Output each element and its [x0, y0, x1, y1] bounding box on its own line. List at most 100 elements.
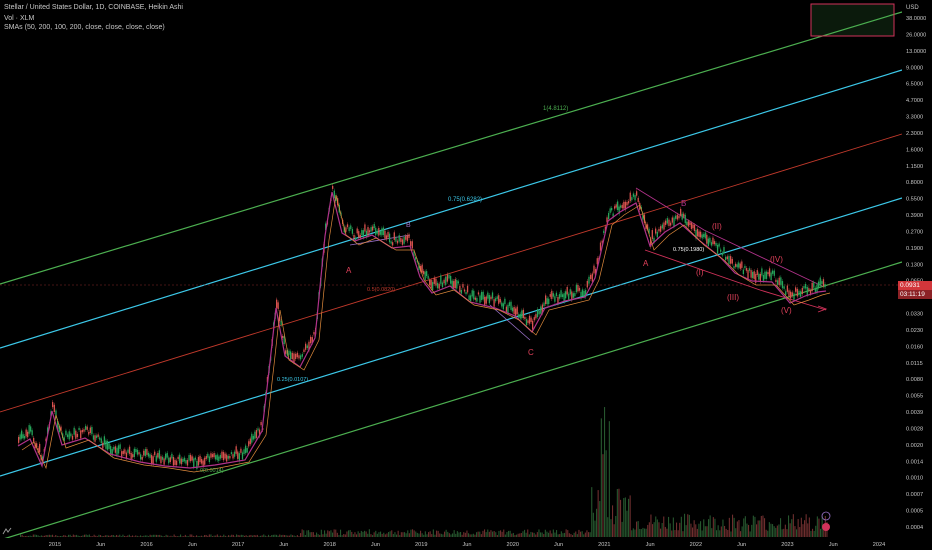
volume-bar	[807, 523, 809, 537]
volume-bar	[600, 418, 602, 537]
volume-bar	[292, 535, 294, 537]
volume-bar	[536, 532, 538, 537]
price-tick-label: 0.0055	[906, 394, 923, 400]
volume-bar	[120, 536, 122, 537]
volume-bar	[148, 536, 150, 537]
volume-bar	[554, 532, 556, 537]
volume-indicator-label[interactable]: Vol · XLM	[4, 15, 34, 22]
volume-bar	[581, 531, 583, 537]
volume-bar	[752, 515, 754, 537]
price-tick-label: 0.2700	[906, 229, 923, 235]
volume-bar	[583, 534, 585, 537]
volume-bar	[340, 529, 342, 537]
volume-bar	[725, 528, 727, 537]
volume-bar	[648, 522, 650, 537]
volume-bar	[143, 535, 145, 537]
volume-bar	[375, 530, 377, 537]
volume-bar	[416, 532, 418, 537]
volume-bar	[357, 531, 359, 537]
volume-bar	[479, 531, 481, 537]
volume-bar	[47, 535, 49, 537]
price-tick-label: 0.0005	[906, 509, 923, 515]
volume-bar	[533, 532, 535, 537]
volume-bar	[728, 517, 730, 537]
annotation-layer: 1(4.8112) 0.75(0.6282) 0.5(0.0820) 0.25(0.0…	[200, 106, 831, 531]
volume-bar	[144, 535, 146, 537]
volume-bar	[652, 524, 654, 537]
wave-ii-label: (II)	[712, 222, 722, 231]
volume-bar	[501, 531, 503, 537]
volume-bar	[482, 530, 484, 537]
volume-bar	[376, 533, 378, 537]
volume-bar	[277, 535, 279, 537]
volume-bar	[373, 532, 375, 537]
wave-i-label: (I)	[696, 268, 704, 277]
volume-bar	[394, 532, 396, 537]
volume-bar	[58, 536, 60, 537]
volume-bar	[301, 529, 303, 537]
time-tick-label: 2020	[507, 542, 519, 548]
volume-bar	[314, 534, 316, 537]
volume-bar	[189, 534, 191, 537]
volume-bar	[770, 523, 772, 537]
volume-bar	[168, 536, 170, 537]
volume-bar	[644, 528, 646, 537]
time-tick-label: 2024	[873, 542, 885, 548]
volume-bar	[568, 533, 570, 537]
volume-bar	[247, 536, 249, 537]
volume-bar	[239, 535, 241, 537]
volume-bar	[384, 534, 386, 537]
volume-bar	[634, 529, 636, 537]
sma-indicator-label[interactable]: SMAs (50, 200, 100, 200, close, close, c…	[4, 24, 165, 31]
volume-bar	[71, 536, 73, 537]
volume-bar	[640, 529, 642, 537]
volume-bar	[535, 534, 537, 537]
event-marker-icon	[822, 523, 830, 531]
volume-bar	[53, 536, 55, 537]
volume-bar	[124, 535, 126, 537]
volume-bar	[341, 535, 343, 537]
volume-bar	[700, 521, 702, 537]
volume-bar	[199, 536, 201, 537]
volume-bar	[178, 535, 180, 537]
wave-a2-label: A	[643, 259, 649, 268]
volume-bar	[205, 534, 207, 537]
chart-canvas[interactable]: 1(4.8112) 0.75(0.6282) 0.5(0.0820) 0.25(0.0…	[0, 0, 932, 550]
volume-bar	[172, 536, 174, 537]
volume-bar	[77, 535, 79, 537]
volume-bar	[421, 533, 423, 537]
volume-bar	[215, 535, 217, 537]
volume-bar	[216, 534, 218, 537]
time-tick-label: Jun	[554, 542, 563, 548]
volume-bar	[508, 530, 510, 537]
tradingview-logo-icon[interactable]	[2, 526, 12, 536]
volume-bar	[469, 534, 471, 537]
time-tick-label: 2023	[781, 542, 793, 548]
volume-bar	[527, 529, 529, 537]
volume-bar	[447, 531, 449, 537]
volume-bar	[173, 534, 175, 537]
volume-bar	[647, 524, 649, 537]
price-tick-label: 0.0330	[906, 312, 923, 318]
volume-bar	[260, 535, 262, 537]
time-tick-label: 2018	[323, 542, 335, 548]
volume-bar	[232, 534, 234, 537]
volume-bar	[183, 536, 185, 537]
volume-bar	[116, 534, 118, 537]
volume-bar	[514, 535, 516, 537]
volume-bar	[608, 421, 610, 537]
volume-bar	[620, 499, 622, 537]
volume-bar	[48, 534, 50, 537]
volume-bar	[386, 533, 388, 537]
price-tick-label: 0.0160	[906, 344, 923, 350]
volume-bar	[756, 524, 758, 537]
lower-cyan-label: 0.25(0.0107)	[277, 377, 308, 383]
volume-bar	[381, 533, 383, 537]
volume-bar	[524, 529, 526, 537]
price-tick-label: 0.0007	[906, 492, 923, 498]
volume-bar	[463, 532, 465, 537]
volume-bar	[159, 534, 161, 537]
volume-bar	[356, 534, 358, 537]
time-tick-label: 2015	[49, 542, 61, 548]
volume-bar	[642, 527, 644, 537]
